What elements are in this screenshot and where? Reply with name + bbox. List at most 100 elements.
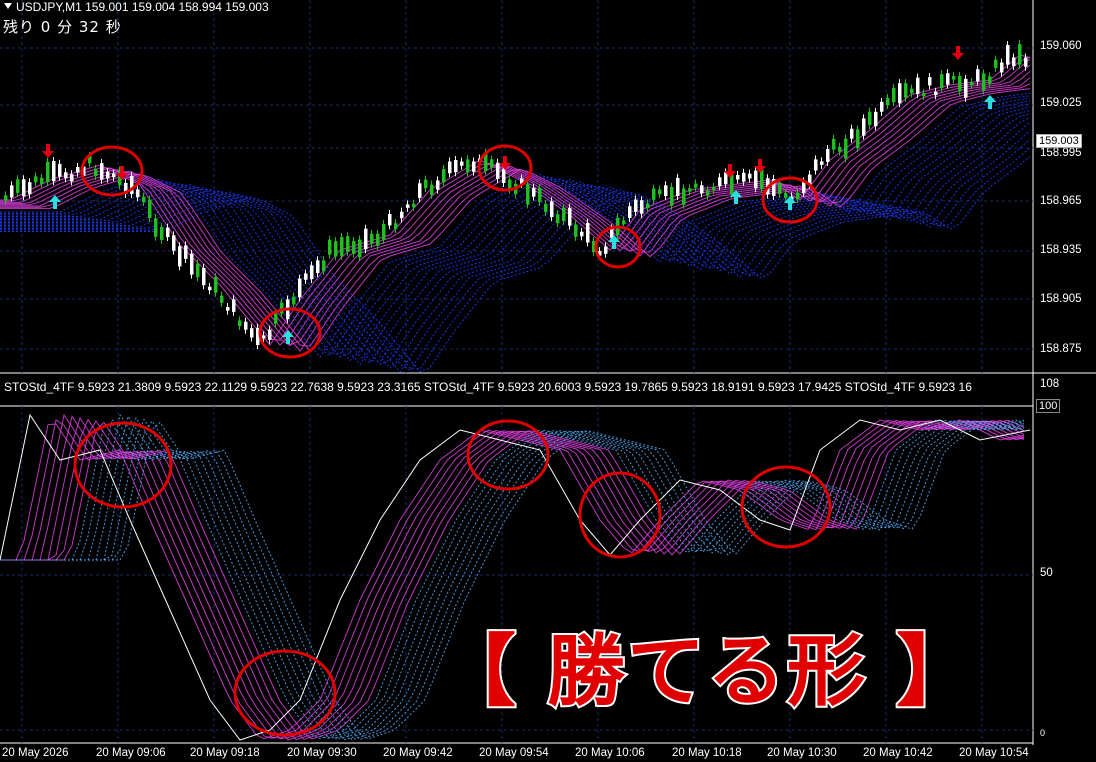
candle-body — [988, 76, 992, 84]
candle-body — [916, 77, 920, 95]
price-tick: 159.060 — [1040, 40, 1082, 52]
candle-body — [268, 329, 272, 340]
candle-body — [892, 87, 896, 103]
candle-body — [184, 245, 188, 259]
time-tick: 20 May 09:06 — [96, 747, 166, 759]
candle-body — [976, 69, 980, 82]
candle-body — [112, 173, 116, 178]
chart-header: USDJPY,M1 159.001 159.004 158.994 159.00… — [4, 0, 269, 14]
ribbon-line-pink — [0, 56, 1031, 341]
time-tick: 20 May 10:06 — [575, 747, 645, 759]
candle-body — [406, 204, 410, 208]
candle-body — [874, 111, 878, 127]
price-tick: 158.905 — [1040, 293, 1082, 305]
candle-body — [322, 260, 326, 271]
indicator-tick: 0 — [1040, 728, 1046, 738]
candle-body — [868, 111, 872, 126]
candle-body — [568, 207, 572, 226]
candle-body — [178, 246, 182, 267]
indicator-tick: 108 — [1040, 378, 1060, 390]
candle-body — [310, 265, 314, 280]
candle-body — [952, 76, 956, 80]
candle-body — [196, 263, 200, 278]
candle-body — [982, 73, 986, 91]
price-tick: 158.995 — [1040, 147, 1082, 159]
candle-body — [784, 192, 788, 198]
highlight-circle — [578, 471, 662, 559]
candle-body — [1006, 45, 1010, 65]
ribbon-line-blue — [0, 113, 1031, 363]
candle-body — [502, 168, 506, 184]
candle-body — [1018, 44, 1022, 65]
candle-body — [382, 223, 386, 240]
time-tick: 20 May 10:54 — [959, 747, 1029, 759]
candle-body — [580, 231, 584, 237]
indicator-tick: 100 — [1036, 399, 1061, 413]
indicator-tick: 50 — [1040, 567, 1053, 579]
price-tick: 159.025 — [1040, 97, 1082, 109]
price-tick: 158.935 — [1040, 244, 1082, 256]
candle-body — [760, 169, 764, 189]
candle-body — [646, 203, 650, 209]
candle-body — [1024, 57, 1028, 67]
candle-body — [820, 161, 824, 165]
candle-body — [136, 189, 140, 198]
candle-body — [490, 159, 494, 168]
ribbon-line-blue — [0, 121, 1031, 369]
candle-body — [742, 172, 746, 182]
candle-body — [370, 233, 374, 244]
candle-body — [754, 170, 758, 189]
candle-body — [838, 147, 842, 152]
candle-body — [394, 223, 398, 230]
candle-body — [100, 163, 104, 180]
candle-body — [346, 236, 350, 252]
candle-body — [556, 214, 560, 224]
candle-body — [910, 88, 914, 94]
candle-body — [460, 161, 464, 166]
candle-body — [1000, 62, 1004, 73]
candle-body — [586, 222, 590, 243]
candle-body — [526, 184, 530, 205]
candle-body — [454, 160, 458, 173]
candle-body — [64, 172, 68, 179]
candle-body — [652, 188, 656, 200]
candle-body — [970, 81, 974, 86]
candle-body — [46, 161, 50, 183]
indicator-header: STOStd_4TF 9.5923 21.3809 9.5923 22.1129… — [4, 380, 972, 394]
candle-body — [388, 214, 392, 226]
candle-body — [202, 267, 206, 286]
bar-countdown: 残り 0 分 32 秒 — [3, 18, 122, 36]
candle-body — [412, 203, 416, 208]
candle-body — [28, 182, 32, 195]
candle-body — [340, 236, 344, 256]
candle-body — [292, 296, 296, 305]
candle-body — [658, 189, 662, 195]
candle-body — [856, 129, 860, 148]
time-tick: 20 May 2026 — [2, 747, 69, 759]
candle-body — [508, 179, 512, 190]
candle-body — [880, 101, 884, 112]
candle-body — [622, 220, 626, 225]
sell-arrow-icon — [42, 144, 54, 158]
candle-body — [862, 118, 866, 136]
candle-body — [244, 321, 248, 330]
candle-body — [604, 246, 608, 254]
candle-body — [1012, 57, 1016, 67]
candle-body — [142, 196, 146, 203]
candle-body — [940, 74, 944, 89]
ribbon-line-pink — [0, 54, 1031, 346]
candle-body — [418, 183, 422, 199]
candle-body — [16, 179, 20, 193]
candle-body — [664, 185, 668, 197]
candle-body — [472, 161, 476, 172]
candle-body — [220, 295, 224, 303]
candle-body — [424, 179, 428, 189]
dropdown-triangle-icon[interactable] — [4, 3, 12, 9]
candle-body — [958, 75, 962, 92]
candle-body — [316, 260, 320, 274]
symbol-ohlc: USDJPY,M1 159.001 159.004 158.994 159.00… — [16, 0, 269, 14]
candle-body — [298, 278, 302, 298]
candle-body — [4, 195, 8, 201]
candle-body — [712, 186, 716, 191]
candle-body — [34, 176, 38, 183]
